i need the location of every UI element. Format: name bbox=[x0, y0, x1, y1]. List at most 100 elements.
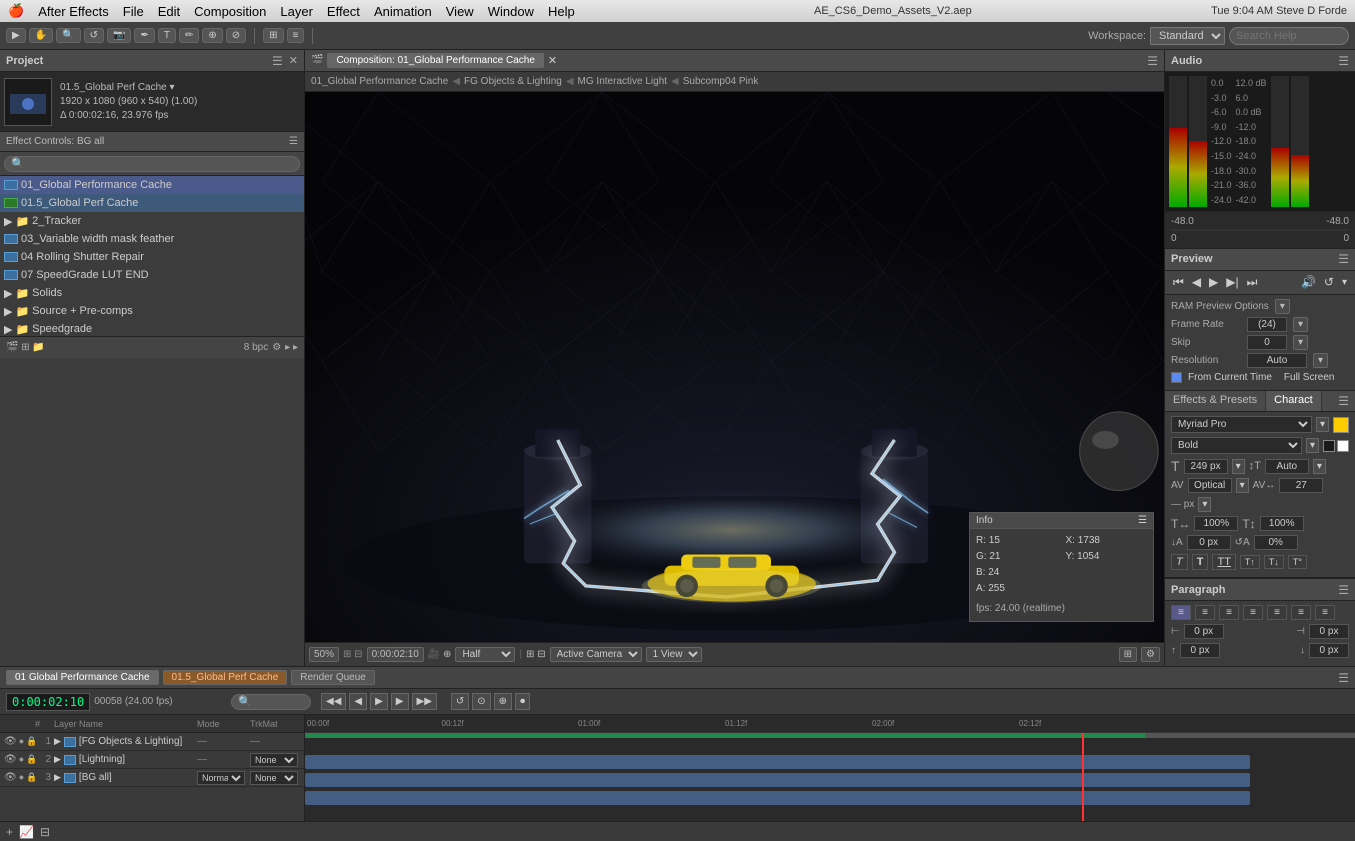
preview-menu[interactable]: ☰ bbox=[1338, 252, 1349, 266]
menu-effect[interactable]: Effect bbox=[327, 4, 360, 19]
tree-item-8[interactable]: ▶ 📁 Speedgrade bbox=[0, 320, 304, 336]
effects-presets-tab[interactable]: Effects & Presets bbox=[1165, 391, 1266, 411]
tl-prev-kf[interactable]: ◀◀ bbox=[321, 693, 346, 710]
tracking-type-box[interactable]: Optical bbox=[1188, 478, 1232, 493]
preview-skip-end[interactable]: ⏭ bbox=[1245, 274, 1260, 291]
height-scale-box[interactable]: 100% bbox=[1260, 516, 1304, 531]
vis-2[interactable]: 👁 bbox=[4, 754, 17, 765]
align-btn[interactable]: ≡ bbox=[287, 28, 305, 43]
viewer-area[interactable]: Info ☰ R: 15 G: 21 B: 24 A: 255 bbox=[305, 92, 1164, 642]
frame-rate-value[interactable]: (24) bbox=[1247, 317, 1287, 332]
project-search[interactable] bbox=[4, 156, 300, 172]
space-after-box[interactable]: 0 px bbox=[1309, 643, 1349, 658]
audio-menu[interactable]: ☰ bbox=[1338, 54, 1349, 68]
help-search[interactable] bbox=[1229, 27, 1349, 45]
layer-row-1[interactable]: 👁 ● 🔒 1 ▶ [FG Objects & Lighting] — — bbox=[0, 733, 304, 751]
solo-3[interactable]: ● bbox=[19, 772, 24, 783]
style-btn-T1[interactable]: T bbox=[1171, 554, 1188, 570]
preview-play[interactable]: ▶ bbox=[1207, 274, 1220, 290]
menu-view[interactable]: View bbox=[446, 4, 474, 19]
align-center-btn[interactable]: ≡ bbox=[1195, 605, 1215, 620]
width-scale-box[interactable]: 100% bbox=[1194, 516, 1238, 531]
apple-menu[interactable]: 🍎 bbox=[8, 3, 24, 19]
font-select[interactable]: Myriad Pro bbox=[1171, 416, 1312, 433]
project-menu-icon[interactable]: ☰ bbox=[272, 54, 283, 68]
viewer-camera[interactable]: Active Camera bbox=[550, 647, 642, 662]
preview-next-frame[interactable]: ▶| bbox=[1224, 274, 1240, 290]
style-btn-T2[interactable]: T bbox=[1192, 554, 1209, 570]
timeline-tab-1[interactable]: 01 Global Performance Cache bbox=[6, 670, 159, 685]
layer-trkmat-2-select[interactable]: None bbox=[250, 753, 298, 767]
resolution-value[interactable]: Auto bbox=[1247, 353, 1307, 368]
solo-1[interactable]: ● bbox=[19, 736, 24, 747]
breadcrumb-3[interactable]: MG Interactive Light bbox=[578, 76, 667, 87]
tree-item-3[interactable]: 03_Variable width mask feather bbox=[0, 230, 304, 248]
character-tab[interactable]: Charact bbox=[1266, 391, 1322, 411]
full-screen-label[interactable]: Full Screen bbox=[1284, 372, 1335, 383]
timeline-search[interactable] bbox=[231, 694, 311, 710]
style-btn-Trot[interactable]: T° bbox=[1288, 555, 1307, 569]
tl-live[interactable]: ⊕ bbox=[494, 693, 512, 710]
paragraph-menu[interactable]: ☰ bbox=[1338, 583, 1349, 597]
paint-tool[interactable]: ✏ bbox=[179, 28, 199, 43]
timecode-display[interactable]: 0:00:02:10 bbox=[6, 693, 90, 711]
align-right-btn[interactable]: ≡ bbox=[1219, 605, 1239, 620]
style-select[interactable]: Bold bbox=[1171, 437, 1302, 454]
align-justify-btn[interactable]: ≡ bbox=[1243, 605, 1263, 620]
fill-color-swatch[interactable] bbox=[1333, 417, 1349, 433]
menu-help[interactable]: Help bbox=[548, 4, 575, 19]
align-justify-all-btn[interactable]: ≡ bbox=[1291, 605, 1311, 620]
align-force-btn[interactable]: ≡ bbox=[1315, 605, 1335, 620]
preview-prev-frame[interactable]: ◀ bbox=[1190, 274, 1203, 290]
vis-3[interactable]: 👁 bbox=[4, 772, 17, 783]
frame-rate-dropdown[interactable]: ▾ bbox=[1293, 317, 1308, 332]
align-left-btn[interactable]: ≡ bbox=[1171, 605, 1191, 620]
comp-tab-close[interactable]: ✕ bbox=[548, 54, 557, 67]
comp-tab-main[interactable]: Composition: 01_Global Performance Cache bbox=[327, 53, 543, 68]
breadcrumb-1[interactable]: 01_Global Performance Cache bbox=[311, 76, 448, 87]
transform-btn[interactable]: ⊞ bbox=[263, 28, 283, 43]
tree-item-0[interactable]: 01_Global Performance Cache bbox=[0, 176, 304, 194]
skip-value[interactable]: 0 bbox=[1247, 335, 1287, 350]
work-area-bar[interactable] bbox=[305, 733, 1145, 738]
preview-settings[interactable]: ▾ bbox=[1340, 276, 1349, 289]
unit-dropdown[interactable]: ▾ bbox=[1198, 497, 1211, 512]
style-btn-Tsup[interactable]: T↑ bbox=[1240, 555, 1260, 569]
layer-trkmat-3-select[interactable]: None bbox=[250, 771, 298, 785]
timeline-menu[interactable]: ☰ bbox=[1338, 671, 1349, 685]
skip-dropdown[interactable]: ▾ bbox=[1293, 335, 1308, 350]
menu-animation[interactable]: Animation bbox=[374, 4, 432, 19]
tree-item-2[interactable]: ▶ 📁 2_Tracker bbox=[0, 212, 304, 230]
text-tool[interactable]: T bbox=[158, 28, 176, 43]
zoom-tool[interactable]: 🔍 bbox=[56, 28, 80, 43]
tree-item-4[interactable]: 04 Rolling Shutter Repair bbox=[0, 248, 304, 266]
select-tool[interactable]: ▶ bbox=[6, 28, 26, 43]
playhead[interactable] bbox=[1082, 733, 1084, 821]
project-close[interactable]: ✕ bbox=[289, 54, 298, 67]
baseline-box[interactable]: 0 px bbox=[1187, 535, 1231, 550]
tl-loop[interactable]: ↺ bbox=[451, 693, 469, 710]
menu-after-effects[interactable]: After Effects bbox=[38, 4, 109, 19]
rotation-box[interactable]: 0% bbox=[1254, 535, 1298, 550]
viewer-view-mode[interactable]: 1 View bbox=[646, 647, 702, 662]
tracking-box[interactable]: 27 bbox=[1279, 478, 1323, 493]
tl-footer-graph[interactable]: 📈 bbox=[19, 825, 34, 839]
timeline-tab-2[interactable]: 01.5_Global Perf Cache bbox=[163, 670, 288, 685]
layer-expand-3[interactable]: ▶ bbox=[54, 772, 61, 783]
menu-file[interactable]: File bbox=[123, 4, 144, 19]
tree-item-5[interactable]: 07 SpeedGrade LUT END bbox=[0, 266, 304, 284]
style-dropdown[interactable]: ▾ bbox=[1306, 438, 1319, 453]
stamp-tool[interactable]: ⊕ bbox=[202, 28, 222, 43]
solo-2[interactable]: ● bbox=[19, 754, 24, 765]
puppet-tool[interactable]: ⊘ bbox=[226, 28, 246, 43]
menu-window[interactable]: Window bbox=[488, 4, 534, 19]
viewer-zoom[interactable]: 50% bbox=[309, 647, 339, 662]
font-size-dropdown[interactable]: ▾ bbox=[1232, 459, 1245, 474]
font-size-y-dropdown[interactable]: ▾ bbox=[1313, 459, 1326, 474]
layer-expand-2[interactable]: ▶ bbox=[54, 754, 61, 765]
timeline-tab-render[interactable]: Render Queue bbox=[291, 670, 375, 685]
margin-right-box[interactable]: 0 px bbox=[1309, 624, 1349, 639]
pen-tool[interactable]: ✒ bbox=[134, 28, 154, 43]
breadcrumb-2[interactable]: FG Objects & Lighting bbox=[464, 76, 562, 87]
tl-jog[interactable]: ⊙ bbox=[472, 693, 490, 710]
